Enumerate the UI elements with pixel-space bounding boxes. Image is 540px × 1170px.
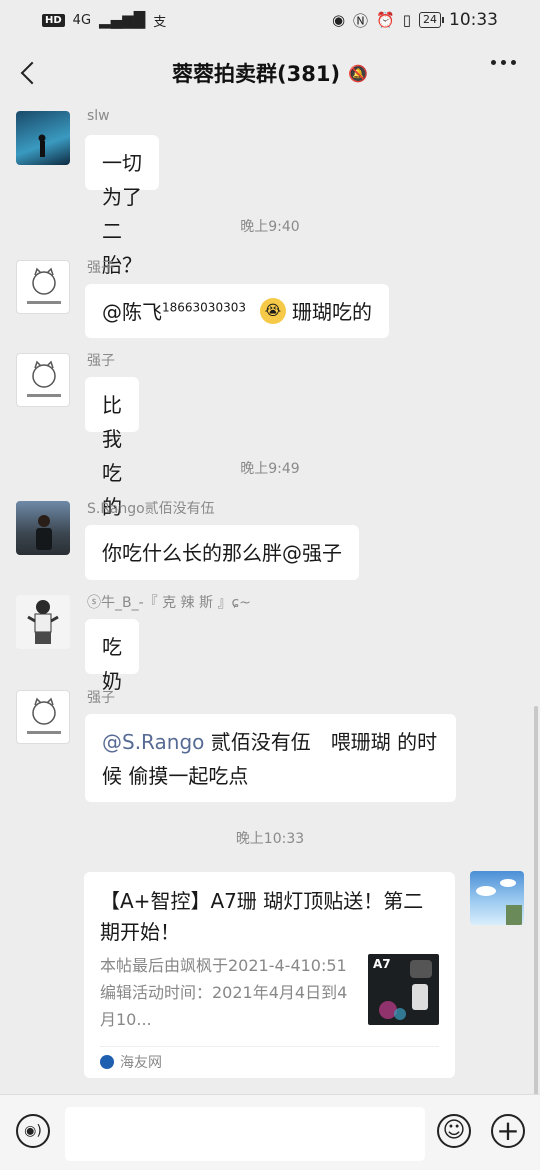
alipay-icon: 支 — [153, 14, 167, 30]
input-bar: ◉) ☺ + — [0, 1094, 540, 1170]
thumbnail-label: A7 — [373, 957, 391, 971]
message-input[interactable] — [65, 1107, 425, 1161]
bell-muted-icon: 🔕 — [348, 63, 368, 83]
plus-icon: + — [496, 1114, 520, 1147]
my-avatar[interactable] — [470, 871, 524, 925]
avatar[interactable] — [16, 595, 70, 649]
avatar-image — [27, 600, 59, 644]
message-bubble[interactable]: @S.Rango 贰佰没有伍 喂珊瑚 的时候 偷摸一起吃点 — [85, 714, 456, 802]
more-dot — [501, 60, 506, 65]
sender-name: S.Rango贰佰没有伍 — [87, 501, 215, 517]
chat-header: 蓉蓉拍卖群(381) 🔕 — [0, 40, 540, 106]
link-card[interactable]: 【A+智控】A7珊 瑚灯顶贴送！第二期开始！ 本帖最后由飒枫于2021-4-41… — [84, 872, 455, 1078]
link-card-source: 海友网 — [100, 1052, 162, 1072]
mention-phone: 18663030303 — [162, 300, 246, 315]
vibrate-icon: ▯ — [402, 11, 411, 29]
cat-avatar-image — [27, 267, 61, 304]
status-left: HD 4G ▂▄▆█ 支 — [42, 11, 166, 30]
signal-icon: ▂▄▆█ — [99, 11, 146, 29]
more-dot — [491, 60, 496, 65]
plus-button[interactable]: + — [491, 1114, 525, 1148]
chevron-left-icon — [20, 61, 44, 85]
message-bubble[interactable]: 吃奶 — [85, 619, 139, 693]
clock: 10:33 — [449, 10, 498, 30]
alarm-icon: ⏰ — [376, 11, 395, 29]
divider — [100, 1046, 439, 1047]
avatar[interactable] — [16, 353, 70, 407]
source-logo-icon — [100, 1055, 114, 1069]
avatar[interactable] — [16, 690, 70, 744]
mention-text[interactable]: @S.Rango — [102, 730, 204, 754]
emoji-crying-face-icon: 😭 — [259, 297, 286, 324]
nfc-icon: Ⓝ — [353, 11, 369, 30]
timestamp: 晚上9:40 — [240, 219, 300, 235]
status-bar: HD 4G ▂▄▆█ 支 ◉ Ⓝ ⏰ ▯ 24 10:33 — [0, 0, 540, 40]
cat-avatar-image — [27, 360, 61, 397]
link-card-description: 本帖最后由飒枫于2021-4-410:51编辑活动时间：2021年4月4日到4月… — [100, 956, 348, 1029]
sender-name: 强子 — [87, 353, 115, 369]
avatar[interactable] — [16, 501, 70, 555]
timestamp: 晚上10:33 — [235, 831, 305, 847]
scrollbar[interactable] — [534, 706, 538, 1094]
avatar-image — [476, 879, 522, 925]
more-dot — [511, 60, 516, 65]
hd-badge: HD — [42, 13, 65, 27]
network-label: 4G — [72, 12, 92, 28]
sender-name: 强子 — [87, 260, 115, 276]
sender-name: slw — [87, 108, 110, 124]
sender-name: 强子 — [87, 690, 115, 706]
battery-icon: 24 — [419, 12, 444, 28]
chat-title: 蓉蓉拍卖群(381) — [172, 62, 341, 86]
link-card-thumbnail: A7 — [368, 954, 439, 1025]
message-bubble[interactable]: 一切为了二胎？ — [85, 135, 159, 277]
voice-button[interactable]: ◉) — [16, 1114, 50, 1148]
link-card-title: 【A+智控】A7珊 瑚灯顶贴送！第二期开始！ — [100, 889, 424, 944]
message-list[interactable]: slw 一切为了二胎？ 晚上9:40 强子 @陈飞18663030303 😭 珊瑚吃… — [0, 106, 540, 1094]
avatar[interactable] — [16, 111, 70, 165]
emoji-button[interactable]: ☺ — [437, 1114, 471, 1148]
back-button[interactable] — [14, 54, 44, 92]
status-right: ◉ Ⓝ ⏰ ▯ 24 10:33 — [332, 10, 498, 31]
more-button[interactable] — [491, 60, 516, 65]
message-bubble[interactable]: 比我吃的好 — [85, 377, 139, 553]
avatar-image — [36, 515, 52, 550]
source-name: 海友网 — [120, 1055, 162, 1071]
message-bubble[interactable]: @陈飞18663030303 😭 珊瑚吃的 — [85, 284, 389, 338]
emoji-icon: ☺ — [442, 1118, 466, 1143]
message-text: 珊瑚吃的 — [291, 300, 372, 324]
avatar[interactable] — [16, 260, 70, 314]
message-bubble[interactable]: 你吃什么长的那么胖@强子 — [85, 525, 359, 580]
eye-icon: ◉ — [331, 11, 346, 29]
sender-name: ⓢ牛_B_-『 克 辣 斯 』ɕ~ — [87, 595, 251, 611]
timestamp: 晚上9:49 — [240, 461, 300, 477]
cat-avatar-image — [27, 697, 61, 734]
voice-icon: ◉) — [24, 1123, 42, 1139]
mention-text[interactable]: @陈飞 — [102, 300, 162, 324]
avatar-image — [38, 134, 46, 157]
